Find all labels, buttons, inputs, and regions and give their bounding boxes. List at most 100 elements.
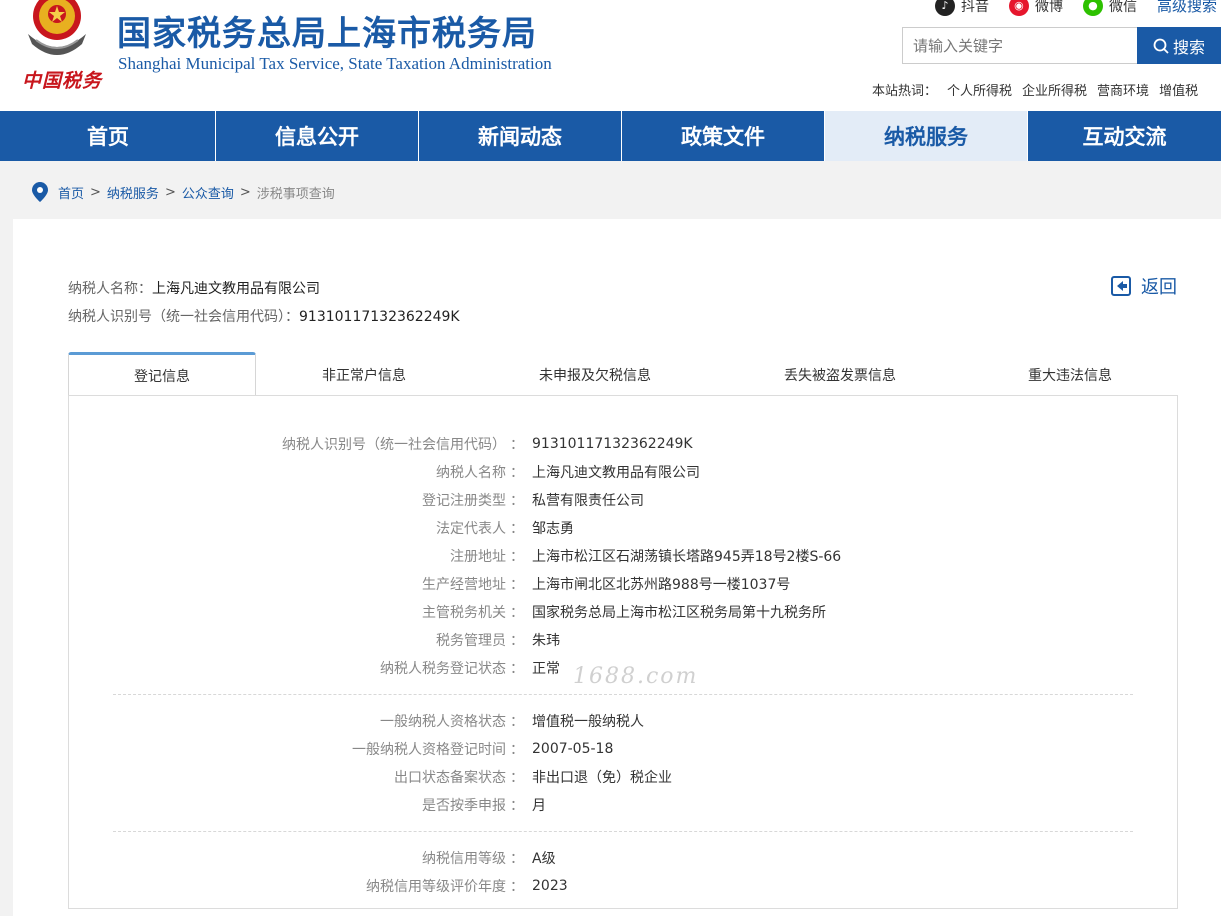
breadcrumb-current: 涉税事项查询: [256, 186, 335, 202]
tab-lost-invoice[interactable]: 丢失被盗发票信息: [718, 354, 962, 396]
douyin-icon: ♪: [934, 0, 955, 16]
hotwords-label: 本站热词：: [872, 84, 938, 99]
tab-registration[interactable]: 登记信息: [68, 352, 256, 396]
main-panel: 纳税人名称：上海凡迪文教用品有限公司 纳税人识别号（统一社会信用代码）：9131…: [13, 219, 1221, 916]
wechat-icon: ●: [1082, 0, 1103, 16]
info-key: 纳税人税务登记状态: [380, 661, 506, 677]
info-value: 非出口退（免）税企业: [532, 770, 672, 786]
info-row: 注册地址： 上海市松江区石湖荡镇长塔路945弄18号2楼S-66: [69, 542, 1177, 570]
info-key: 法定代表人: [436, 521, 506, 537]
info-value: 私营有限责任公司: [532, 493, 644, 509]
search-input[interactable]: [902, 27, 1137, 64]
taxpayer-name-label: 纳税人名称：: [68, 281, 152, 297]
search-button[interactable]: 搜索: [1137, 27, 1221, 64]
back-label: 返回: [1141, 277, 1177, 298]
site-header: 中国税务 国家税务总局上海市税务局 Shanghai Municipal Tax…: [0, 0, 1221, 111]
info-key: 纳税人名称: [436, 465, 506, 481]
logo-script-text: 中国税务: [22, 70, 103, 92]
info-colon: ：: [510, 798, 524, 814]
hotword-link[interactable]: 增值税: [1159, 80, 1198, 99]
social-label: 微博: [1034, 0, 1063, 15]
info-key: 生产经营地址: [422, 577, 506, 593]
info-key: 是否按季申报: [422, 798, 506, 814]
info-colon: ：: [510, 742, 524, 758]
nav-tax-service[interactable]: 纳税服务: [825, 111, 1028, 161]
info-row: 纳税人识别号（统一社会信用代码）： 91310117132362249K: [69, 430, 1177, 458]
social-weibo[interactable]: ◉ 微博: [1008, 0, 1063, 16]
search-icon: [1153, 38, 1169, 54]
info-key: 纳税信用等级: [422, 851, 506, 867]
breadcrumb-separator: >: [90, 184, 101, 200]
site-title[interactable]: 国家税务总局上海市税务局: [117, 6, 537, 55]
nav-interaction[interactable]: 互动交流: [1028, 111, 1221, 161]
info-row: 法定代表人： 邹志勇: [69, 514, 1177, 542]
info-key: 出口状态备案状态: [394, 770, 506, 786]
info-value: 2007-05-18: [532, 741, 614, 757]
info-colon: ：: [510, 851, 524, 867]
info-key: 注册地址: [450, 549, 506, 565]
nav-home[interactable]: 首页: [0, 111, 216, 161]
hotword-link[interactable]: 企业所得税: [1022, 80, 1087, 99]
info-colon: ：: [510, 493, 524, 509]
breadcrumb-separator: >: [239, 184, 251, 200]
search-button-label: 搜索: [1172, 37, 1205, 57]
weibo-icon: ◉: [1008, 0, 1029, 16]
nav-policy[interactable]: 政策文件: [622, 111, 825, 161]
info-row: 纳税信用等级： A级: [69, 844, 1177, 872]
location-pin-icon: [32, 182, 48, 202]
registration-list: 纳税人识别号（统一社会信用代码）： 91310117132362249K 纳税人名称…: [69, 430, 1177, 900]
breadcrumb: 首页 > 纳税服务 > 公众查询 > 涉税事项查询: [32, 182, 335, 202]
social-douyin[interactable]: ♪ 抖音: [934, 0, 989, 16]
info-key: 一般纳税人资格状态: [380, 714, 506, 730]
tax-emblem-icon: [28, 0, 86, 55]
info-value: 2023: [532, 878, 568, 894]
info-row: 主管税务机关： 国家税务总局上海市松江区税务局第十九税务所: [69, 598, 1177, 626]
taxpayer-id-label: 纳税人识别号（统一社会信用代码）：: [68, 309, 299, 325]
back-icon: [1111, 276, 1131, 296]
tab-abnormal[interactable]: 非正常户信息: [256, 354, 472, 396]
info-value: 上海凡迪文教用品有限公司: [532, 465, 700, 481]
advanced-search-link[interactable]: 高级搜索: [1157, 0, 1217, 16]
info-colon: ：: [510, 577, 524, 593]
info-row: 一般纳税人资格登记时间： 2007-05-18: [69, 735, 1177, 763]
back-button[interactable]: 返回: [1111, 273, 1177, 299]
social-label: 微信: [1108, 0, 1137, 15]
info-row: 是否按季申报： 月: [69, 791, 1177, 819]
taxpayer-summary: 纳税人名称：上海凡迪文教用品有限公司 纳税人识别号（统一社会信用代码）：9131…: [68, 275, 460, 331]
info-key: 一般纳税人资格登记时间: [352, 742, 506, 758]
taxpayer-id: 91310117132362249K: [299, 309, 460, 325]
breadcrumb-home[interactable]: 首页: [58, 183, 84, 202]
hotword-link[interactable]: 营商环境: [1097, 80, 1149, 99]
info-value: A级: [532, 851, 556, 867]
nav-info-disclosure[interactable]: 信息公开: [216, 111, 419, 161]
info-row: 出口状态备案状态： 非出口退（免）税企业: [69, 763, 1177, 791]
info-colon: ：: [510, 879, 524, 895]
section-divider: [113, 831, 1133, 832]
breadcrumb-tax-service[interactable]: 纳税服务: [107, 183, 159, 202]
info-colon: ：: [510, 465, 524, 481]
info-colon: ：: [510, 437, 524, 453]
info-value: 朱玮: [532, 633, 560, 649]
info-row: 税务管理员： 朱玮: [69, 626, 1177, 654]
social-wechat[interactable]: ● 微信: [1082, 0, 1137, 16]
info-row: 纳税人税务登记状态： 正常: [69, 654, 1177, 682]
info-tabs: 登记信息 非正常户信息 未申报及欠税信息 丢失被盗发票信息 重大违法信息: [68, 352, 1178, 396]
social-label: 抖音: [960, 0, 989, 15]
main-nav: 首页 信息公开 新闻动态 政策文件 纳税服务 互动交流: [0, 111, 1221, 161]
info-value: 国家税务总局上海市松江区税务局第十九税务所: [532, 605, 826, 621]
info-value: 上海市闸北区北苏州路988号一楼1037号: [532, 577, 791, 593]
section-divider: [113, 694, 1133, 695]
info-value: 上海市松江区石湖荡镇长塔路945弄18号2楼S-66: [532, 549, 842, 565]
info-value: 月: [532, 798, 546, 814]
search-box: 搜索: [902, 27, 1221, 64]
hotword-link[interactable]: 个人所得税: [947, 80, 1012, 99]
tab-undeclared[interactable]: 未申报及欠税信息: [472, 354, 718, 396]
info-key: 纳税信用等级评价年度: [366, 879, 506, 895]
tab-violation[interactable]: 重大违法信息: [962, 354, 1178, 396]
info-key: 主管税务机关: [422, 605, 506, 621]
nav-news[interactable]: 新闻动态: [419, 111, 622, 161]
breadcrumb-public-query[interactable]: 公众查询: [182, 183, 234, 202]
info-colon: ：: [510, 521, 524, 537]
info-row: 一般纳税人资格状态： 增值税一般纳税人: [69, 707, 1177, 735]
breadcrumb-separator: >: [164, 184, 176, 200]
